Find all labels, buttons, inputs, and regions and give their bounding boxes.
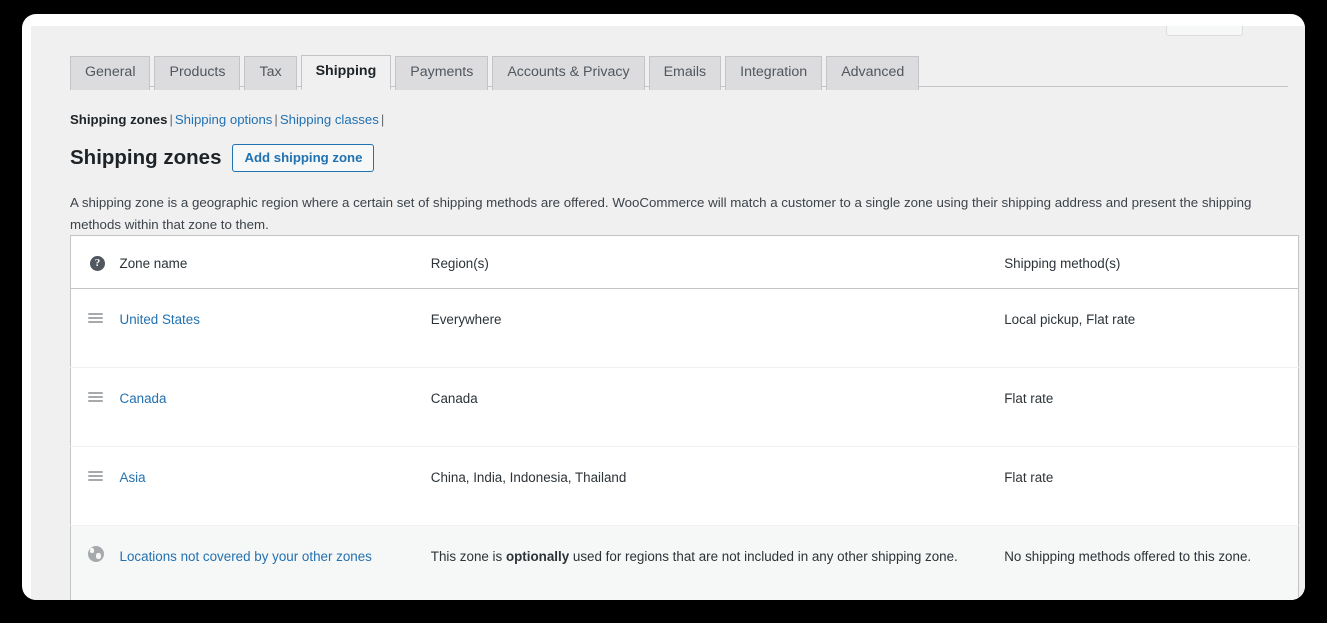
table-row-worldwide: Locations not covered by your other zone… [70,525,1299,601]
page-header: Shipping zones Add shipping zone [70,144,375,172]
tab-tax[interactable]: Tax [244,56,297,90]
table-row: United States Everywhere Local pickup, Fla… [70,289,1299,368]
zone-name-cell: Canada [120,368,431,447]
drag-handle-icon[interactable] [88,313,103,325]
table-header-row: ? Zone name Region(s) Shipping method(s) [70,236,1299,289]
row-sort-cell [71,526,120,601]
tab-shipping[interactable]: Shipping [300,55,392,90]
help-tip-icon[interactable]: ? [90,256,105,272]
zone-methods-text: Flat rate [1004,470,1054,485]
globe-icon [88,546,104,562]
regions-text-part: This zone is [430,549,506,564]
table-row: Canada Canada Flat rate [70,368,1299,447]
row-sort-cell [71,289,120,368]
shipping-subnav: Shipping zones | Shipping options | Shipping… [70,112,386,128]
zone-regions-text: Canada [430,391,478,406]
tab-products[interactable]: Products [154,56,241,90]
zone-methods-text: Flat rate [1004,391,1054,406]
cut-off-control [1166,26,1243,36]
zone-name-cell: Asia [120,447,431,526]
tab-advanced[interactable]: Advanced [826,56,920,90]
tab-general[interactable]: General [70,56,151,90]
zone-name-cell: Locations not covered by your other zone… [120,526,431,601]
drag-handle-icon[interactable] [88,392,103,404]
sort-column-header: ? [71,236,120,289]
table-body: United States Everywhere Local pickup, Fla… [70,289,1299,601]
drag-handle-icon[interactable] [88,471,103,483]
zone-link[interactable]: United States [120,312,200,327]
zone-regions-cell: Canada [431,368,1004,447]
subnav-item-shipping-classes[interactable]: Shipping classes [280,112,379,127]
tab-payments[interactable]: Payments [395,56,489,90]
regions-text-part: used for regions that are not included i… [569,549,958,564]
row-sort-cell [71,368,120,447]
zone-regions-text: China, India, Indonesia, Thailand [430,470,627,485]
add-shipping-zone-button[interactable]: Add shipping zone [232,144,375,172]
zone-name-cell: United States [120,289,431,368]
regions-text-emphasis: optionally [505,549,570,564]
subnav-separator: | [274,112,278,127]
subnav-separator: | [169,112,173,127]
regions-column-header: Region(s) [430,255,489,271]
zone-link[interactable]: Canada [120,391,167,406]
zone-regions-text: Everywhere [430,312,502,327]
table-row: Asia China, India, Indonesia, Thailand Fla… [70,447,1299,526]
shipping-methods-column-header: Shipping method(s) [1004,255,1121,271]
subnav-separator: | [380,112,385,127]
tab-emails[interactable]: Emails [648,56,722,90]
zone-methods-cell: Local pickup, Flat rate [1004,289,1298,368]
shipping-zones-table: ? Zone name Region(s) Shipping method(s)… [70,235,1299,600]
zone-regions-cell: Everywhere [431,289,1004,368]
zone-link-worldwide[interactable]: Locations not covered by your other zone… [120,549,372,564]
page-title: Shipping zones [70,146,222,169]
shipping-zones-description: A shipping zone is a geographic region w… [70,195,1252,232]
zone-regions-cell: China, India, Indonesia, Thailand [431,447,1004,526]
zone-link[interactable]: Asia [120,470,146,485]
tab-accounts-privacy[interactable]: Accounts & Privacy [492,56,645,90]
tab-integration[interactable]: Integration [725,56,823,90]
zone-regions-text: This zone is optionally used for regions… [431,545,976,568]
woocommerce-settings-page: General Products Tax Shipping Payments Accoun… [31,26,1305,600]
zone-methods-cell: Flat rate [1004,447,1298,526]
row-sort-cell [71,447,120,526]
zone-regions-cell: This zone is optionally used for regions… [431,526,1004,601]
subnav-item-shipping-options[interactable]: Shipping options [175,112,273,127]
zone-methods-cell: No shipping methods offered to this zone… [1004,526,1298,601]
zone-methods-text: Local pickup, Flat rate [1004,312,1136,327]
settings-tab-bar: General Products Tax Shipping Payments Accoun… [70,54,1288,90]
zone-methods-text: No shipping methods offered to this zone… [1004,549,1252,564]
zone-name-column-header: Zone name [119,255,188,271]
zone-methods-cell: Flat rate [1004,368,1298,447]
table-header: ? Zone name Region(s) Shipping method(s) [70,236,1299,289]
subnav-item-shipping-zones[interactable]: Shipping zones [70,112,167,127]
browser-window-frame: General Products Tax Shipping Payments Accoun… [22,14,1305,600]
